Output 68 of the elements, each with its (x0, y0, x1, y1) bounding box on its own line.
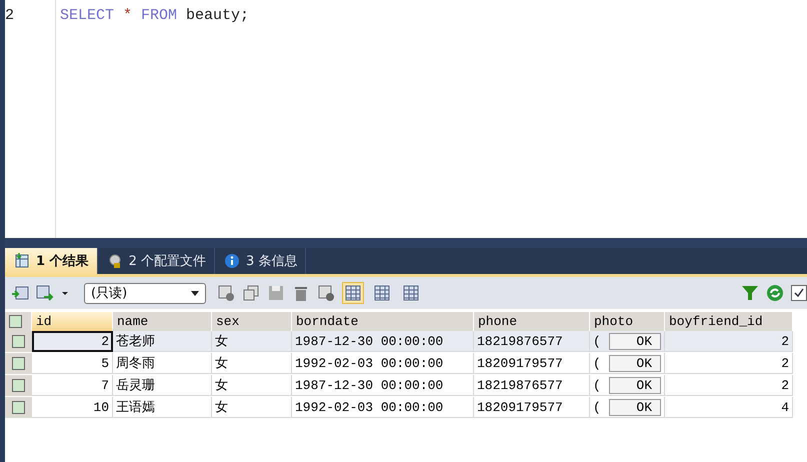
line-number: 2 (5, 6, 16, 25)
table-cell: 10 (32, 397, 113, 418)
table-cell: 女 (212, 397, 292, 418)
table-cell: 18209179577 (474, 353, 590, 374)
grid-icon (402, 284, 420, 302)
table-cell: 18209179577 (474, 397, 590, 418)
table-cell: 女 (212, 375, 292, 396)
column-header[interactable]: borndate (292, 312, 474, 331)
code-line: SELECT * FROM beauty; (60, 6, 250, 25)
table-cell: 女 (212, 331, 292, 352)
filter-icon[interactable] (741, 284, 759, 302)
checkbox[interactable] (9, 315, 22, 328)
table-cell: 1987-12-30 00:00:00 (292, 375, 474, 396)
table-cell: ( (593, 334, 601, 348)
table-cell: 1992-02-03 00:00:00 (292, 353, 474, 374)
view-mode-button[interactable] (342, 282, 364, 304)
table-cell: ( (593, 356, 601, 370)
table-cell: 1987-12-30 00:00:00 (292, 331, 474, 352)
column-header[interactable]: id (32, 312, 113, 331)
table-cell: 2 (665, 353, 793, 374)
table-cell: 王语嫣 (113, 397, 212, 418)
duplicate-icon[interactable] (242, 284, 260, 302)
table-cell: 2 (665, 375, 793, 396)
checkbox[interactable] (791, 285, 807, 301)
tab-label: 3 条信息 (246, 253, 298, 270)
result-tab[interactable]: 3 条信息 (214, 248, 306, 274)
grid-icon (373, 284, 391, 302)
blob-button[interactable]: OK (608, 376, 661, 394)
trash-icon[interactable] (292, 284, 310, 302)
table-cell: ( (593, 400, 601, 414)
tab-label: 1 个结果 (36, 253, 89, 270)
table-cell: 岳灵珊 (113, 375, 212, 396)
result-tab[interactable]: 1 个结果 (5, 248, 98, 274)
blob-button[interactable]: OK (608, 332, 661, 350)
row-checkbox[interactable] (12, 335, 25, 348)
table-export-icon[interactable] (36, 284, 54, 302)
mode-select[interactable]: (只读) (84, 282, 206, 304)
column-header[interactable]: phone (474, 312, 590, 331)
table-cell: 周冬雨 (113, 353, 212, 374)
row-checkbox[interactable] (12, 379, 25, 392)
grid-icon (344, 284, 362, 302)
table-cell: 7 (32, 375, 113, 396)
column-header[interactable]: name (113, 312, 212, 331)
table-cell: 女 (212, 353, 292, 374)
table-cell: 18219876577 (474, 375, 590, 396)
table-cell: 18219876577 (474, 331, 590, 352)
row-checkbox[interactable] (12, 401, 25, 414)
table-cell: 5 (32, 353, 113, 374)
column-header[interactable]: photo (590, 312, 665, 331)
table-cell: 1992-02-03 00:00:00 (292, 397, 474, 418)
table-cell: ( (593, 378, 601, 392)
row-checkbox[interactable] (12, 357, 25, 370)
table-cell: 2 (32, 331, 113, 352)
refresh-icon[interactable] (766, 284, 784, 302)
tab-label: 2 个配置文件 (128, 253, 206, 270)
table-icon (13, 252, 31, 270)
checkmark-icon (794, 288, 804, 298)
table-cell: 2 (665, 331, 793, 352)
table-add-icon[interactable] (11, 284, 29, 302)
caret-icon (191, 290, 199, 296)
result-tab[interactable]: 2 个配置文件 (98, 248, 215, 274)
blob-button[interactable]: OK (608, 398, 661, 416)
table-cell: 4 (665, 397, 793, 418)
table-cell: 苍老师 (113, 331, 212, 352)
blob-button[interactable]: OK (608, 354, 661, 372)
column-header[interactable]: boyfriend_id (665, 312, 793, 331)
column-header[interactable]: sex (212, 312, 292, 331)
info-icon (222, 252, 241, 270)
